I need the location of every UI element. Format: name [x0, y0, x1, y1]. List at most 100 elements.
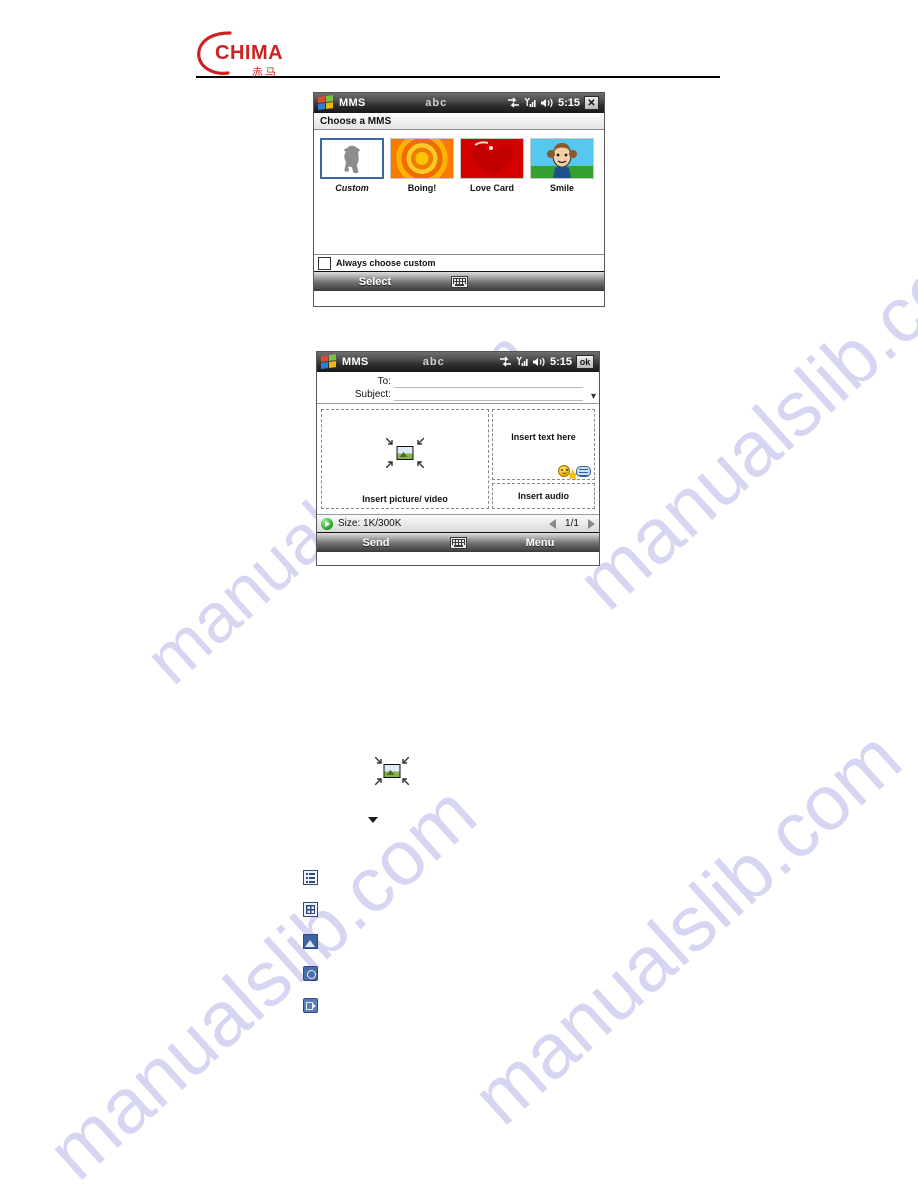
page-header: CHIMA 赤马: [196, 28, 720, 79]
prev-arrow-icon[interactable]: [549, 518, 556, 529]
softkey-menu[interactable]: Menu: [481, 537, 599, 549]
corner-arrow-icon: [386, 438, 393, 445]
subject-field-row[interactable]: Subject:: [317, 388, 599, 401]
ime-indicator[interactable]: abc: [366, 97, 507, 109]
subject-input[interactable]: [394, 389, 583, 401]
softkey-select[interactable]: Select: [314, 276, 436, 288]
heart-icon: [471, 141, 513, 176]
insert-audio-caption: Insert audio: [517, 491, 569, 501]
template-item-custom[interactable]: Custom: [320, 138, 384, 193]
corner-arrow-icon: [386, 461, 393, 469]
logo-wordmark: CHIMA: [215, 42, 284, 64]
device-screenshot-choose-mms: MMS abc 5:15 ✕ Choose a MMS Custom Boing…: [313, 92, 605, 307]
ok-button[interactable]: ok: [576, 355, 594, 369]
corner-arrow-icon: [402, 757, 409, 764]
right-slots: Insert text here ★ Insert audio: [492, 409, 595, 509]
corner-arrow-icon: [402, 778, 409, 785]
camera-icon: [303, 966, 318, 981]
down-caret-icon: [368, 817, 378, 823]
softkey-bar: Send Menu: [317, 532, 599, 552]
list-item: [303, 902, 318, 934]
ime-indicator[interactable]: abc: [369, 356, 499, 368]
speaker-icon: [540, 98, 553, 108]
template-thumbnail[interactable]: [460, 138, 524, 179]
template-thumbnail[interactable]: [390, 138, 454, 179]
template-thumbnail[interactable]: [530, 138, 594, 179]
template-label: Boing!: [407, 183, 437, 193]
windows-logo-icon: [318, 95, 334, 111]
text-tools: ★: [558, 465, 591, 483]
page-indicator: 1/1: [565, 518, 579, 529]
list-item: [303, 870, 318, 902]
slide-pager: 1/1: [549, 518, 595, 529]
slide-status-bar: Size: 1K/300K 1/1: [317, 514, 599, 532]
app-title: MMS: [339, 97, 366, 109]
dog-silhouette-icon: [344, 145, 360, 173]
close-button[interactable]: ✕: [584, 96, 599, 110]
watermark-text: manualslib.com: [30, 768, 493, 1188]
keyboard-button[interactable]: [436, 275, 482, 288]
device-screenshot-compose-mms: MMS abc 5:15 ok To: Subject: ▾ Insert pi…: [316, 351, 600, 566]
connectivity-icon: [499, 356, 511, 367]
picture-icon: [303, 934, 318, 949]
template-item-smile[interactable]: Smile: [530, 138, 594, 193]
softkey-bar: Select: [314, 271, 604, 291]
to-label: To:: [377, 376, 391, 387]
slide-editor: Insert picture/ video Insert text here ★…: [317, 404, 599, 514]
keyboard-icon: [450, 275, 468, 288]
insert-text-slot[interactable]: Insert text here ★: [492, 409, 595, 483]
orange-rings-graphic: [391, 139, 453, 178]
keyboard-icon: [449, 536, 467, 549]
cartoon-girl-icon: [547, 143, 577, 178]
signal-icon: [516, 356, 528, 366]
clock: 5:15: [549, 356, 572, 368]
template-label: Custom: [335, 183, 369, 193]
insert-audio-slot[interactable]: Insert audio: [492, 483, 595, 509]
text-bubble-icon[interactable]: [576, 465, 591, 477]
picture-thumbnail-icon: [396, 446, 414, 461]
chima-logo: CHIMA 赤马: [196, 28, 720, 79]
chevron-double-down-icon[interactable]: ▾: [591, 392, 596, 402]
list-view-icon: [303, 870, 318, 885]
insert-picture-slot[interactable]: Insert picture/ video: [321, 409, 489, 509]
watermark-text: manualslib.com: [455, 713, 918, 1142]
signal-icon: [524, 97, 536, 107]
screen-subtitle: Choose a MMS: [314, 113, 604, 130]
windows-logo-icon: [321, 354, 337, 370]
titlebar: MMS abc 5:15 ok: [317, 352, 599, 372]
corner-arrow-icon: [375, 778, 382, 785]
insert-text-caption: Insert text here: [511, 432, 576, 442]
to-field-row[interactable]: To:: [317, 375, 599, 388]
connectivity-icon: [507, 97, 519, 108]
watermark-text: manualslib.com: [560, 198, 918, 627]
video-camera-icon: [303, 998, 318, 1013]
template-gallery: Custom Boing! Love Card Smile: [314, 130, 604, 254]
grid-view-icon: [303, 902, 318, 917]
picture-thumbnail-icon: [383, 764, 401, 778]
next-arrow-icon[interactable]: [588, 518, 595, 529]
corner-arrow-icon: [417, 438, 424, 445]
speaker-icon: [532, 357, 545, 367]
insert-picture-caption: Insert picture/ video: [362, 494, 448, 504]
to-input[interactable]: [394, 376, 583, 388]
always-choose-custom-row[interactable]: Always choose custom: [314, 254, 604, 271]
template-thumbnail[interactable]: [320, 138, 384, 179]
always-choose-custom-label: Always choose custom: [336, 258, 436, 268]
softkey-send[interactable]: Send: [317, 537, 435, 549]
list-item: [303, 934, 318, 966]
corner-arrow-icon: [417, 461, 424, 469]
always-choose-custom-checkbox[interactable]: [318, 256, 331, 270]
app-title: MMS: [342, 356, 369, 368]
titlebar: MMS abc 5:15 ✕: [314, 93, 604, 113]
header-divider: [196, 76, 720, 78]
insert-picture-icon: [386, 438, 424, 469]
play-icon[interactable]: [321, 517, 333, 530]
address-fields: To: Subject: ▾: [317, 372, 599, 404]
keyboard-button[interactable]: [435, 536, 481, 549]
template-item-love-card[interactable]: Love Card: [460, 138, 524, 193]
template-label: Love Card: [469, 183, 514, 193]
list-item: [303, 998, 318, 1030]
template-item-boing[interactable]: Boing!: [390, 138, 454, 193]
clock: 5:15: [557, 97, 580, 109]
figure-insert-picture-icon: [375, 757, 409, 785]
